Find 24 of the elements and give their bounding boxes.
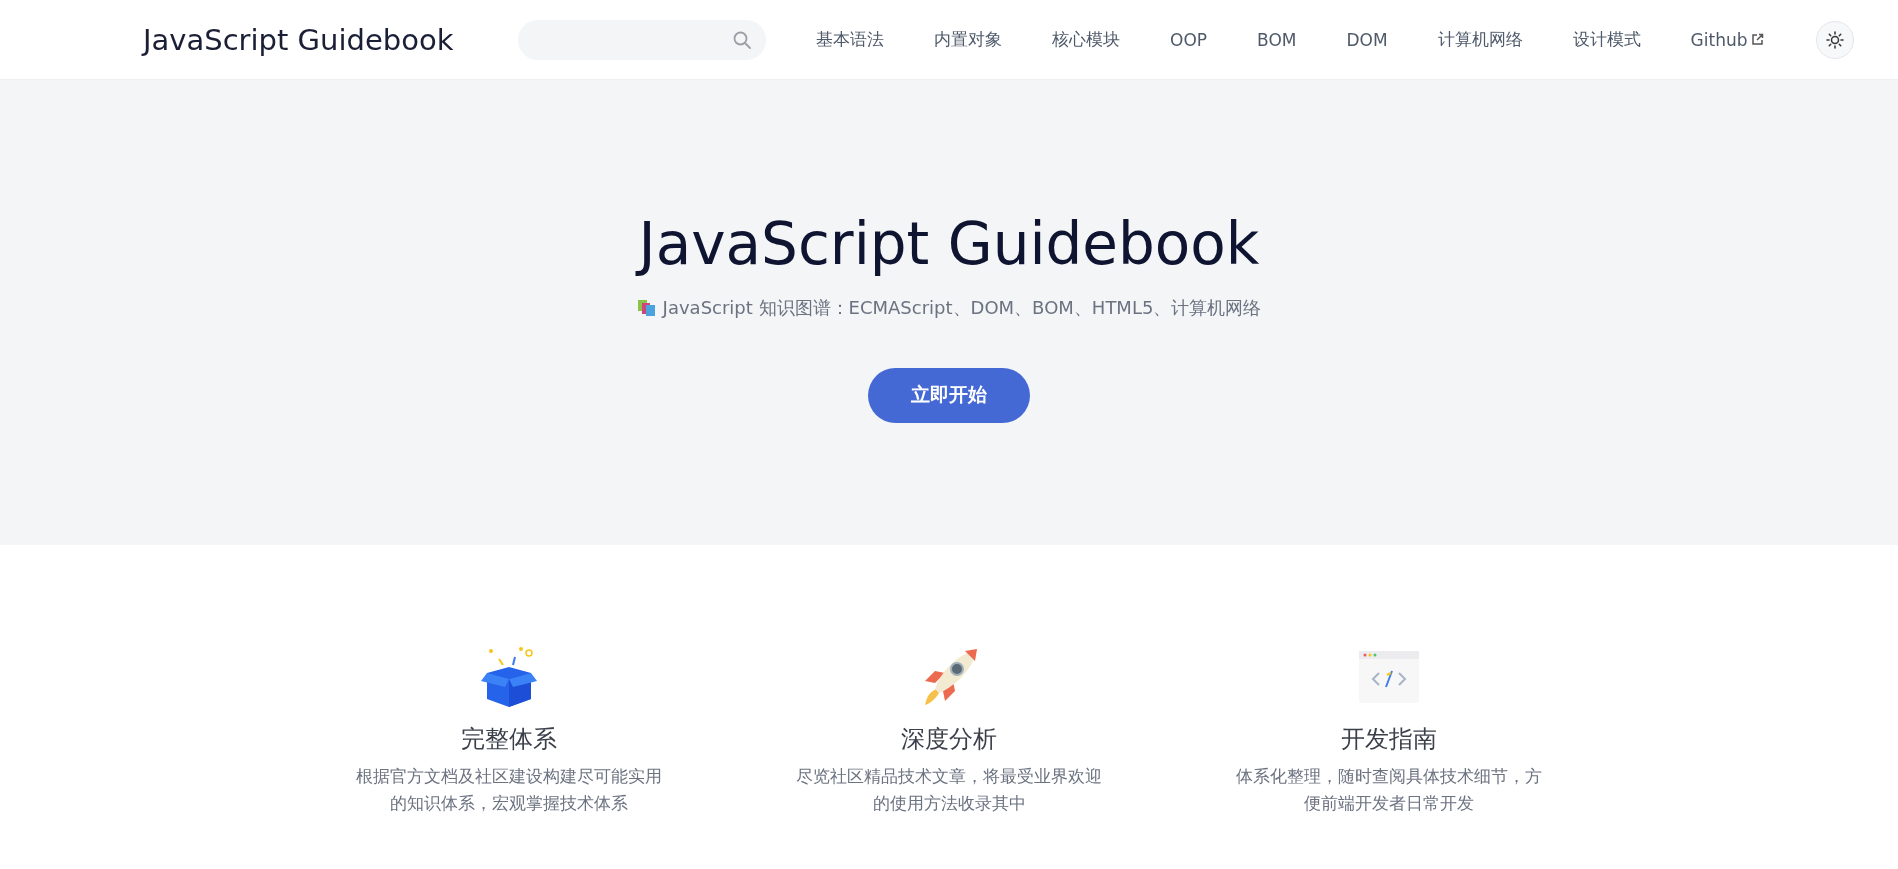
nav-link[interactable]: OOP (1170, 28, 1207, 51)
nav-link[interactable]: 计算机网络 (1437, 28, 1523, 51)
theme-toggle-button[interactable] (1816, 20, 1855, 59)
feature-description: 根据官方文档及社区建设构建尽可能实用的知识体系，宏观掌握技术体系 (355, 765, 663, 816)
feature-description: 尽览社区精品技术文章，将最受业界欢迎的使用方法收录其中 (795, 765, 1103, 816)
feature-title: 完整体系 (461, 724, 557, 755)
feature-description: 体系化整理，随时查阅具体技术细节，方便前端开发者日常开发 (1235, 765, 1543, 816)
get-started-button[interactable]: 立即开始 (868, 367, 1030, 423)
nav-link[interactable]: 基本语法 (816, 28, 884, 51)
nav-link[interactable]: BOM (1257, 28, 1297, 51)
search-field[interactable] (518, 19, 766, 60)
external-link-icon (1751, 33, 1765, 46)
feature-title: 开发指南 (1341, 724, 1437, 755)
site-title[interactable]: JavaScript Guidebook (143, 22, 518, 57)
books-icon (636, 298, 657, 317)
sun-icon (1826, 30, 1845, 49)
hero-tagline: JavaScript 知识图谱：ECMAScript、DOM、BOM、HTML5、计算机网络 (662, 295, 1262, 320)
search-icon (732, 29, 752, 50)
nav-link[interactable]: Github (1690, 28, 1765, 51)
nav-link[interactable]: DOM (1346, 28, 1388, 51)
nav-link[interactable]: 设计模式 (1572, 28, 1641, 51)
feature-title: 深度分析 (901, 724, 997, 755)
nav-link[interactable]: 内置对象 (934, 28, 1002, 51)
nav-link[interactable]: 核心模块 (1052, 28, 1120, 51)
